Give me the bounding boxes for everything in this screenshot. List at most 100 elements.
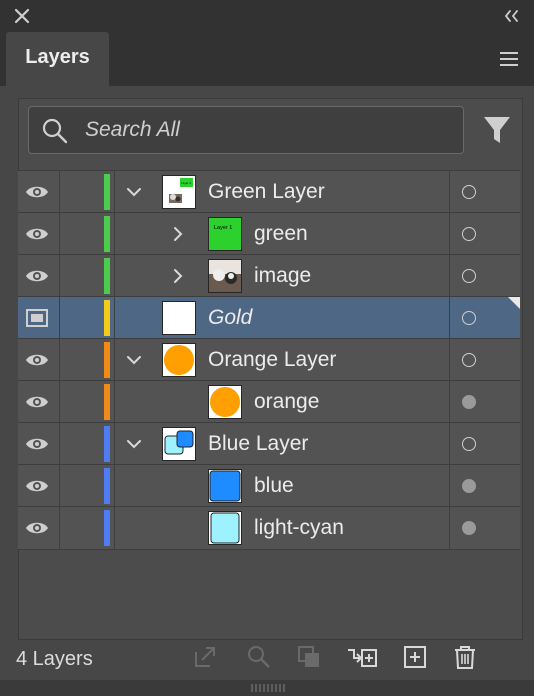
visibility-eye-icon[interactable]: [24, 180, 50, 204]
layer-name[interactable]: light-cyan: [254, 516, 344, 540]
column-divider: [449, 297, 450, 339]
column-divider: [114, 465, 115, 507]
thumbnail-text: Layer 1: [214, 225, 232, 231]
chevron-down-icon[interactable]: [124, 434, 144, 454]
template-layer-icon[interactable]: [24, 306, 50, 330]
chevron-down-icon[interactable]: [124, 182, 144, 202]
resize-grip-icon[interactable]: [250, 684, 286, 692]
column-divider: [449, 465, 450, 507]
target-circle[interactable]: [462, 185, 476, 199]
target-circle[interactable]: [462, 437, 476, 451]
target-circle[interactable]: [462, 353, 476, 367]
layer-name[interactable]: Orange Layer: [208, 348, 336, 372]
layer-color-bar: [104, 384, 110, 420]
search-box[interactable]: [28, 106, 464, 154]
layer-row-orange-layer[interactable]: Orange Layer: [18, 338, 520, 381]
locate-object-icon[interactable]: [246, 644, 272, 670]
layer-row-light-cyan[interactable]: light-cyan: [18, 506, 520, 550]
selection-corner-marker: [508, 297, 520, 309]
column-divider: [59, 381, 60, 423]
layer-name[interactable]: Green Layer: [208, 180, 325, 204]
tab-layers-label: Layers: [25, 46, 90, 68]
layer-row-green-layer[interactable]: Layer 1 Green Layer: [18, 170, 520, 213]
collect-for-export-icon[interactable]: [192, 644, 218, 670]
column-divider: [59, 213, 60, 255]
column-divider: [449, 507, 450, 549]
layer-row-blue[interactable]: blue: [18, 464, 520, 507]
blue-thumbnail: [208, 469, 242, 503]
visibility-eye-icon[interactable]: [24, 432, 50, 456]
target-circle[interactable]: [462, 521, 476, 535]
column-divider: [114, 297, 115, 339]
layer-row-gold[interactable]: Gold: [18, 296, 520, 339]
target-circle[interactable]: [462, 395, 476, 409]
column-divider: [59, 255, 60, 297]
panel-tab-row: Layers: [0, 32, 534, 86]
search-icon: [42, 118, 68, 144]
column-divider: [449, 381, 450, 423]
column-divider: [449, 255, 450, 297]
create-layer-icon[interactable]: [402, 644, 428, 670]
collapse-panel-icon[interactable]: [502, 8, 522, 24]
layer-color-bar: [104, 342, 110, 378]
panel-menu-icon[interactable]: [498, 50, 520, 68]
green-layer-thumbnail: Layer 1: [162, 175, 196, 209]
filter-icon[interactable]: [482, 114, 512, 146]
layer-color-bar: [104, 258, 110, 294]
visibility-eye-icon[interactable]: [24, 474, 50, 498]
visibility-eye-icon[interactable]: [24, 264, 50, 288]
layer-color-bar: [104, 216, 110, 252]
layer-row-green[interactable]: Layer 1 green: [18, 212, 520, 255]
column-divider: [449, 171, 450, 213]
light-cyan-thumbnail: [208, 511, 242, 545]
column-divider: [449, 213, 450, 255]
column-divider: [59, 465, 60, 507]
delete-icon[interactable]: [452, 644, 478, 670]
layer-name[interactable]: image: [254, 264, 311, 288]
column-divider: [114, 171, 115, 213]
gold-thumbnail: [162, 301, 196, 335]
target-circle[interactable]: [462, 227, 476, 241]
column-divider: [59, 339, 60, 381]
image-thumbnail: [208, 259, 242, 293]
layer-name[interactable]: Blue Layer: [208, 432, 308, 456]
create-sublayer-icon[interactable]: [346, 644, 378, 670]
visibility-eye-icon[interactable]: [24, 348, 50, 372]
layer-row-orange[interactable]: orange: [18, 380, 520, 423]
column-divider: [114, 381, 115, 423]
layer-color-bar: [104, 300, 110, 336]
chevron-right-icon[interactable]: [168, 266, 188, 286]
layer-name[interactable]: blue: [254, 474, 294, 498]
orange-layer-thumbnail: [162, 343, 196, 377]
panel-title-bar: [0, 0, 534, 32]
layer-count: 4 Layers: [16, 648, 93, 670]
target-circle[interactable]: [462, 269, 476, 283]
column-divider: [114, 339, 115, 381]
visibility-eye-icon[interactable]: [24, 390, 50, 414]
blue-layer-thumbnail: [162, 427, 196, 461]
thumbnail-text: Layer 1: [181, 181, 191, 185]
search-input[interactable]: [83, 114, 447, 146]
layer-color-bar: [104, 468, 110, 504]
layer-row-image[interactable]: image: [18, 254, 520, 297]
layer-row-blue-layer[interactable]: Blue Layer: [18, 422, 520, 465]
layer-name[interactable]: green: [254, 222, 308, 246]
close-icon[interactable]: [12, 6, 32, 26]
layer-name[interactable]: Gold: [208, 306, 252, 330]
make-clipping-mask-icon[interactable]: [296, 644, 322, 670]
visibility-eye-icon[interactable]: [24, 222, 50, 246]
target-circle[interactable]: [462, 479, 476, 493]
chevron-right-icon[interactable]: [168, 224, 188, 244]
visibility-eye-icon[interactable]: [24, 516, 50, 540]
tab-layers[interactable]: Layers: [6, 32, 109, 86]
orange-thumbnail: [208, 385, 242, 419]
column-divider: [114, 255, 115, 297]
layer-color-bar: [104, 426, 110, 462]
column-divider: [449, 339, 450, 381]
target-circle[interactable]: [462, 311, 476, 325]
column-divider: [114, 507, 115, 549]
layer-name[interactable]: orange: [254, 390, 319, 414]
column-divider: [59, 171, 60, 213]
chevron-down-icon[interactable]: [124, 350, 144, 370]
green-thumbnail: Layer 1: [208, 217, 242, 251]
